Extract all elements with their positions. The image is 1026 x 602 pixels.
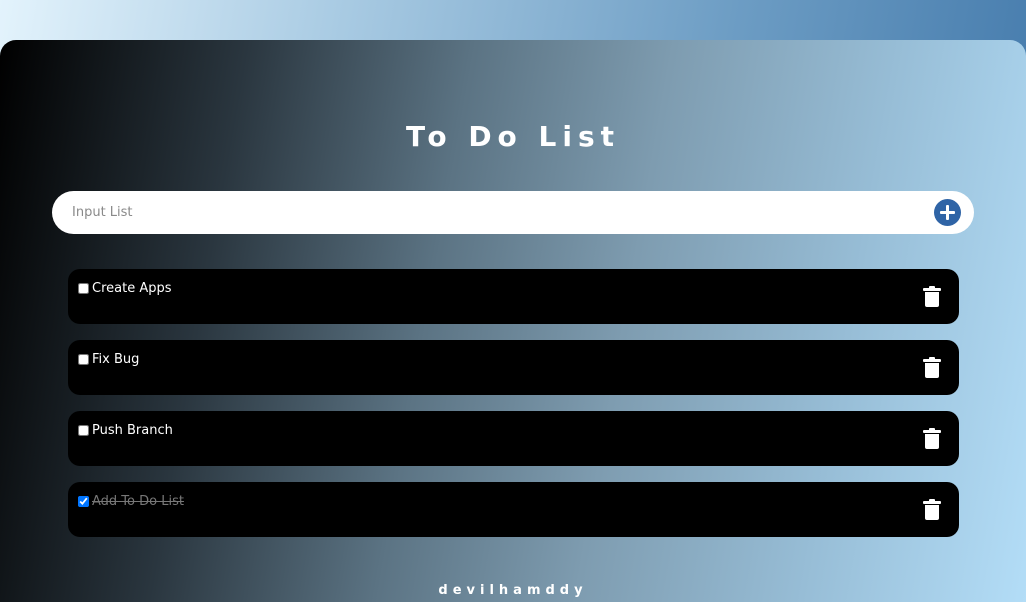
- todo-label: Add To Do List: [92, 494, 184, 509]
- trash-icon: [925, 434, 939, 449]
- todo-list: Create Apps Fix Bug Push Branch Add To D…: [68, 269, 959, 553]
- page-title: To Do List: [405, 120, 621, 153]
- todo-input[interactable]: [72, 191, 922, 234]
- add-button[interactable]: [934, 199, 961, 226]
- todo-item: Fix Bug: [68, 340, 959, 395]
- delete-button[interactable]: [923, 286, 941, 307]
- todo-item: Create Apps: [68, 269, 959, 324]
- todo-label: Create Apps: [92, 281, 172, 296]
- todo-input-bar: [52, 191, 974, 234]
- todo-label: Fix Bug: [92, 352, 140, 367]
- todo-item: Push Branch: [68, 411, 959, 466]
- todo-card: To Do List Create Apps Fix Bug Push Bran…: [0, 40, 1026, 602]
- footer-credit: devilhamddy: [438, 583, 588, 598]
- delete-button[interactable]: [923, 428, 941, 449]
- todo-checkbox[interactable]: [78, 354, 89, 365]
- todo-checkbox[interactable]: [78, 425, 89, 436]
- trash-icon: [925, 363, 939, 378]
- todo-item: Add To Do List: [68, 482, 959, 537]
- delete-button[interactable]: [923, 499, 941, 520]
- todo-checkbox[interactable]: [78, 283, 89, 294]
- todo-label: Push Branch: [92, 423, 173, 438]
- trash-icon: [925, 292, 939, 307]
- todo-checkbox[interactable]: [78, 496, 89, 507]
- delete-button[interactable]: [923, 357, 941, 378]
- trash-icon: [925, 505, 939, 520]
